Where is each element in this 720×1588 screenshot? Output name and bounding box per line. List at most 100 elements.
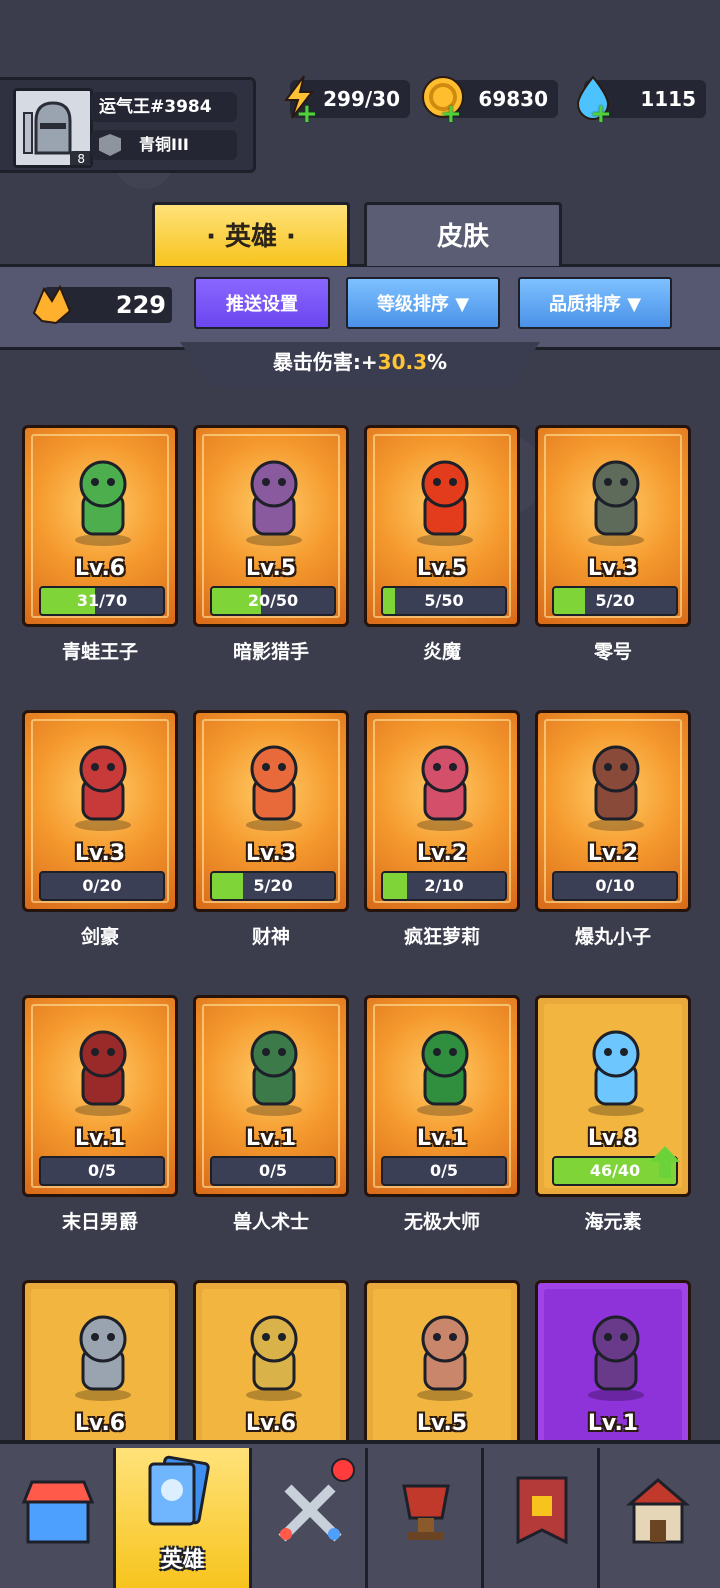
progress-text: 20/50	[247, 591, 299, 610]
hero-card[interactable]: Lv.3 5/20	[193, 710, 349, 912]
hero-name: 青蛙王子	[61, 641, 138, 663]
nav-shop[interactable]	[0, 1448, 116, 1588]
hero-name: 财神	[251, 926, 290, 948]
gold-value: 69830	[478, 87, 548, 111]
bronze-rank-icon	[99, 134, 121, 156]
hero-name: 海元素	[584, 1211, 642, 1233]
sort-by-quality-button[interactable]: 品质排序 ▼	[518, 277, 672, 329]
player-rank-label: 青铜III	[139, 135, 189, 154]
hero-shard-progress: 0/5	[39, 1156, 165, 1186]
hero-shard-progress: 5/20	[210, 871, 336, 901]
hero-name: 爆丸小子	[574, 926, 651, 948]
crossed-swords-icon	[278, 1484, 342, 1542]
tab-heroes[interactable]: · 英雄 ·	[152, 202, 350, 266]
hero-portrait-icon	[417, 1030, 473, 1116]
player-rank: 青铜III	[91, 130, 237, 160]
gold-counter[interactable]: + 69830	[422, 76, 558, 127]
nav-guild[interactable]	[484, 1448, 600, 1588]
gem-counter[interactable]: + 1115	[576, 75, 706, 127]
crit-unit: %	[427, 350, 448, 374]
hero-portrait-icon	[588, 460, 644, 546]
hero-level: Lv.6	[74, 1411, 126, 1436]
progress-text: 0/5	[87, 1161, 117, 1180]
hero-shard-progress: 5/20	[552, 586, 678, 616]
nav-trophy[interactable]	[368, 1448, 484, 1588]
progress-text: 5/20	[595, 591, 635, 610]
nav-castle[interactable]	[600, 1448, 720, 1588]
hero-shard-progress: 5/50	[381, 586, 507, 616]
tab-skins[interactable]: 皮肤	[364, 202, 562, 266]
fragment-icon	[32, 284, 72, 325]
hero-card[interactable]: Lv.6 31/70	[22, 425, 178, 627]
hero-name: 暗影猎手	[232, 641, 309, 663]
add-gold-icon[interactable]: +	[440, 101, 462, 127]
hero-name: 零号	[593, 641, 632, 663]
hero-cards-icon	[148, 1455, 210, 1526]
hero-portrait-icon	[417, 745, 473, 831]
hero-portrait-icon	[246, 1030, 302, 1116]
nav-battle[interactable]	[252, 1448, 368, 1588]
hero-card[interactable]: Lv.5 20/50	[193, 425, 349, 627]
hero-portrait-icon	[75, 460, 131, 546]
nav-heroes[interactable]: 英雄	[116, 1448, 252, 1588]
chevron-down-icon: ▼	[627, 294, 642, 315]
hero-level: Lv.1	[74, 1126, 126, 1151]
banner-icon	[516, 1476, 568, 1545]
hero-shard-progress: 31/70	[39, 586, 165, 616]
hero-card[interactable]: Lv.8 46/40	[535, 995, 691, 1197]
add-energy-icon[interactable]: +	[296, 101, 318, 127]
progress-text: 5/50	[424, 591, 464, 610]
energy-counter[interactable]: + 299/30	[284, 75, 410, 127]
hero-card[interactable]: Lv.2 0/10	[535, 710, 691, 912]
fragments-value: 229	[115, 291, 166, 319]
hero-portrait-icon	[246, 745, 302, 831]
crit-damage-text: 暴击伤害:+30.3%	[196, 342, 524, 382]
hero-portrait-icon	[588, 745, 644, 831]
hero-level: Lv.5	[245, 556, 297, 581]
hero-level: Lv.1	[587, 1411, 639, 1436]
avatar[interactable]: 8	[13, 88, 93, 168]
hero-level: Lv.5	[416, 556, 468, 581]
progress-text: 0/5	[258, 1161, 288, 1180]
sort-by-level-button[interactable]: 等级排序 ▼	[346, 277, 500, 329]
trophy-icon	[402, 1484, 450, 1540]
hero-portrait-icon	[75, 745, 131, 831]
castle-icon	[625, 1478, 691, 1544]
player-name: 运气王#3984	[91, 92, 237, 122]
hero-card[interactable]: Lv.2 2/10	[364, 710, 520, 912]
energy-value: 299/30	[323, 87, 400, 111]
hero-shard-progress: 0/5	[210, 1156, 336, 1186]
hero-card[interactable]: Lv.1 0/5	[364, 995, 520, 1197]
push-settings-button[interactable]: 推送设置	[194, 277, 330, 329]
hero-portrait-icon	[246, 460, 302, 546]
add-gems-icon[interactable]: +	[590, 101, 612, 127]
hero-shard-progress: 0/10	[552, 871, 678, 901]
hero-card[interactable]: Lv.1 0/5	[193, 995, 349, 1197]
progress-text: 0/10	[595, 876, 635, 895]
hero-level: Lv.2	[587, 841, 639, 866]
hero-card[interactable]: Lv.5 5/50	[364, 425, 520, 627]
progress-text: 2/10	[424, 876, 464, 895]
gem-value: 1115	[640, 87, 696, 111]
crit-value: 30.3	[377, 350, 428, 374]
hero-name: 末日男爵	[61, 1211, 138, 1233]
player-profile[interactable]: 8 运气王#3984 青铜III	[0, 77, 256, 173]
hero-fragments-counter: 229	[32, 284, 172, 325]
hero-portrait-icon	[588, 1315, 644, 1401]
sort-by-level-label: 等级排序	[376, 294, 449, 315]
hero-level: Lv.3	[74, 841, 126, 866]
hero-card[interactable]: Lv.1 0/5	[22, 995, 178, 1197]
hero-card[interactable]: Lv.3 5/20	[535, 425, 691, 627]
hero-portrait-icon	[588, 1030, 644, 1116]
bottom-nav: 英雄	[0, 1440, 720, 1588]
notification-dot-icon	[331, 1458, 355, 1482]
crit-label: 暴击伤害:+	[272, 350, 378, 374]
hero-portrait-icon	[417, 1315, 473, 1401]
hero-level: Lv.1	[416, 1126, 468, 1151]
hero-card[interactable]: Lv.3 0/20	[22, 710, 178, 912]
hero-name: 无极大师	[403, 1211, 480, 1233]
hero-name: 剑豪	[80, 926, 119, 948]
progress-text: 31/70	[76, 591, 128, 610]
hero-shard-progress: 20/50	[210, 586, 336, 616]
hero-portrait-icon	[417, 460, 473, 546]
